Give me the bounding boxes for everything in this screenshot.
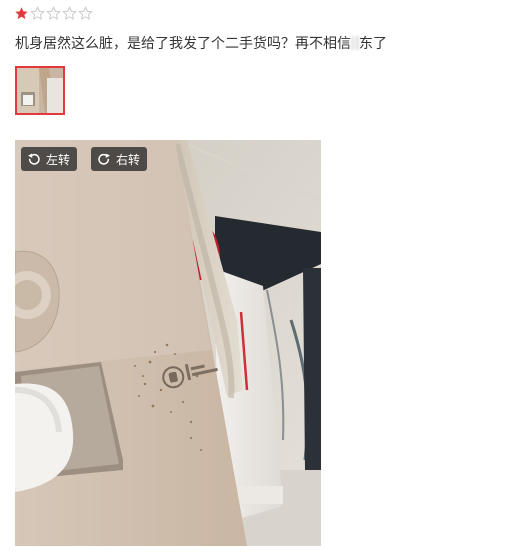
thumbnail-image xyxy=(17,68,63,113)
star-rating xyxy=(14,6,93,22)
star-icon-filled xyxy=(15,7,28,20)
review-text-part: 东了 xyxy=(359,36,387,52)
photo-thumbnail[interactable] xyxy=(15,66,65,115)
redacted-text xyxy=(351,36,359,50)
rotate-left-label: 左转 xyxy=(46,152,71,167)
star-icon-empty xyxy=(62,6,77,21)
review-text-part: 机身居然这么脏，是给了我发了个二手货吗？再不相信 xyxy=(15,36,351,52)
review-photo-viewer: 左转 右转 xyxy=(15,140,321,546)
rotate-right-label: 右转 xyxy=(116,152,141,167)
star-icon-empty xyxy=(78,6,93,21)
rotate-left-icon xyxy=(28,153,40,165)
review-content: 机身居然这么脏，是给了我发了个二手货吗？再不相信 东了 xyxy=(15,35,387,53)
review-photo xyxy=(15,140,321,546)
rotate-right-button[interactable]: 右转 xyxy=(91,147,148,171)
review-item: 机身居然这么脏，是给了我发了个二手货吗？再不相信 东了 左转 右转 xyxy=(0,0,524,554)
star-icon-empty xyxy=(46,6,61,21)
rotate-right-icon xyxy=(98,153,110,165)
rotate-left-button[interactable]: 左转 xyxy=(21,147,78,171)
star-icon-empty xyxy=(30,6,45,21)
